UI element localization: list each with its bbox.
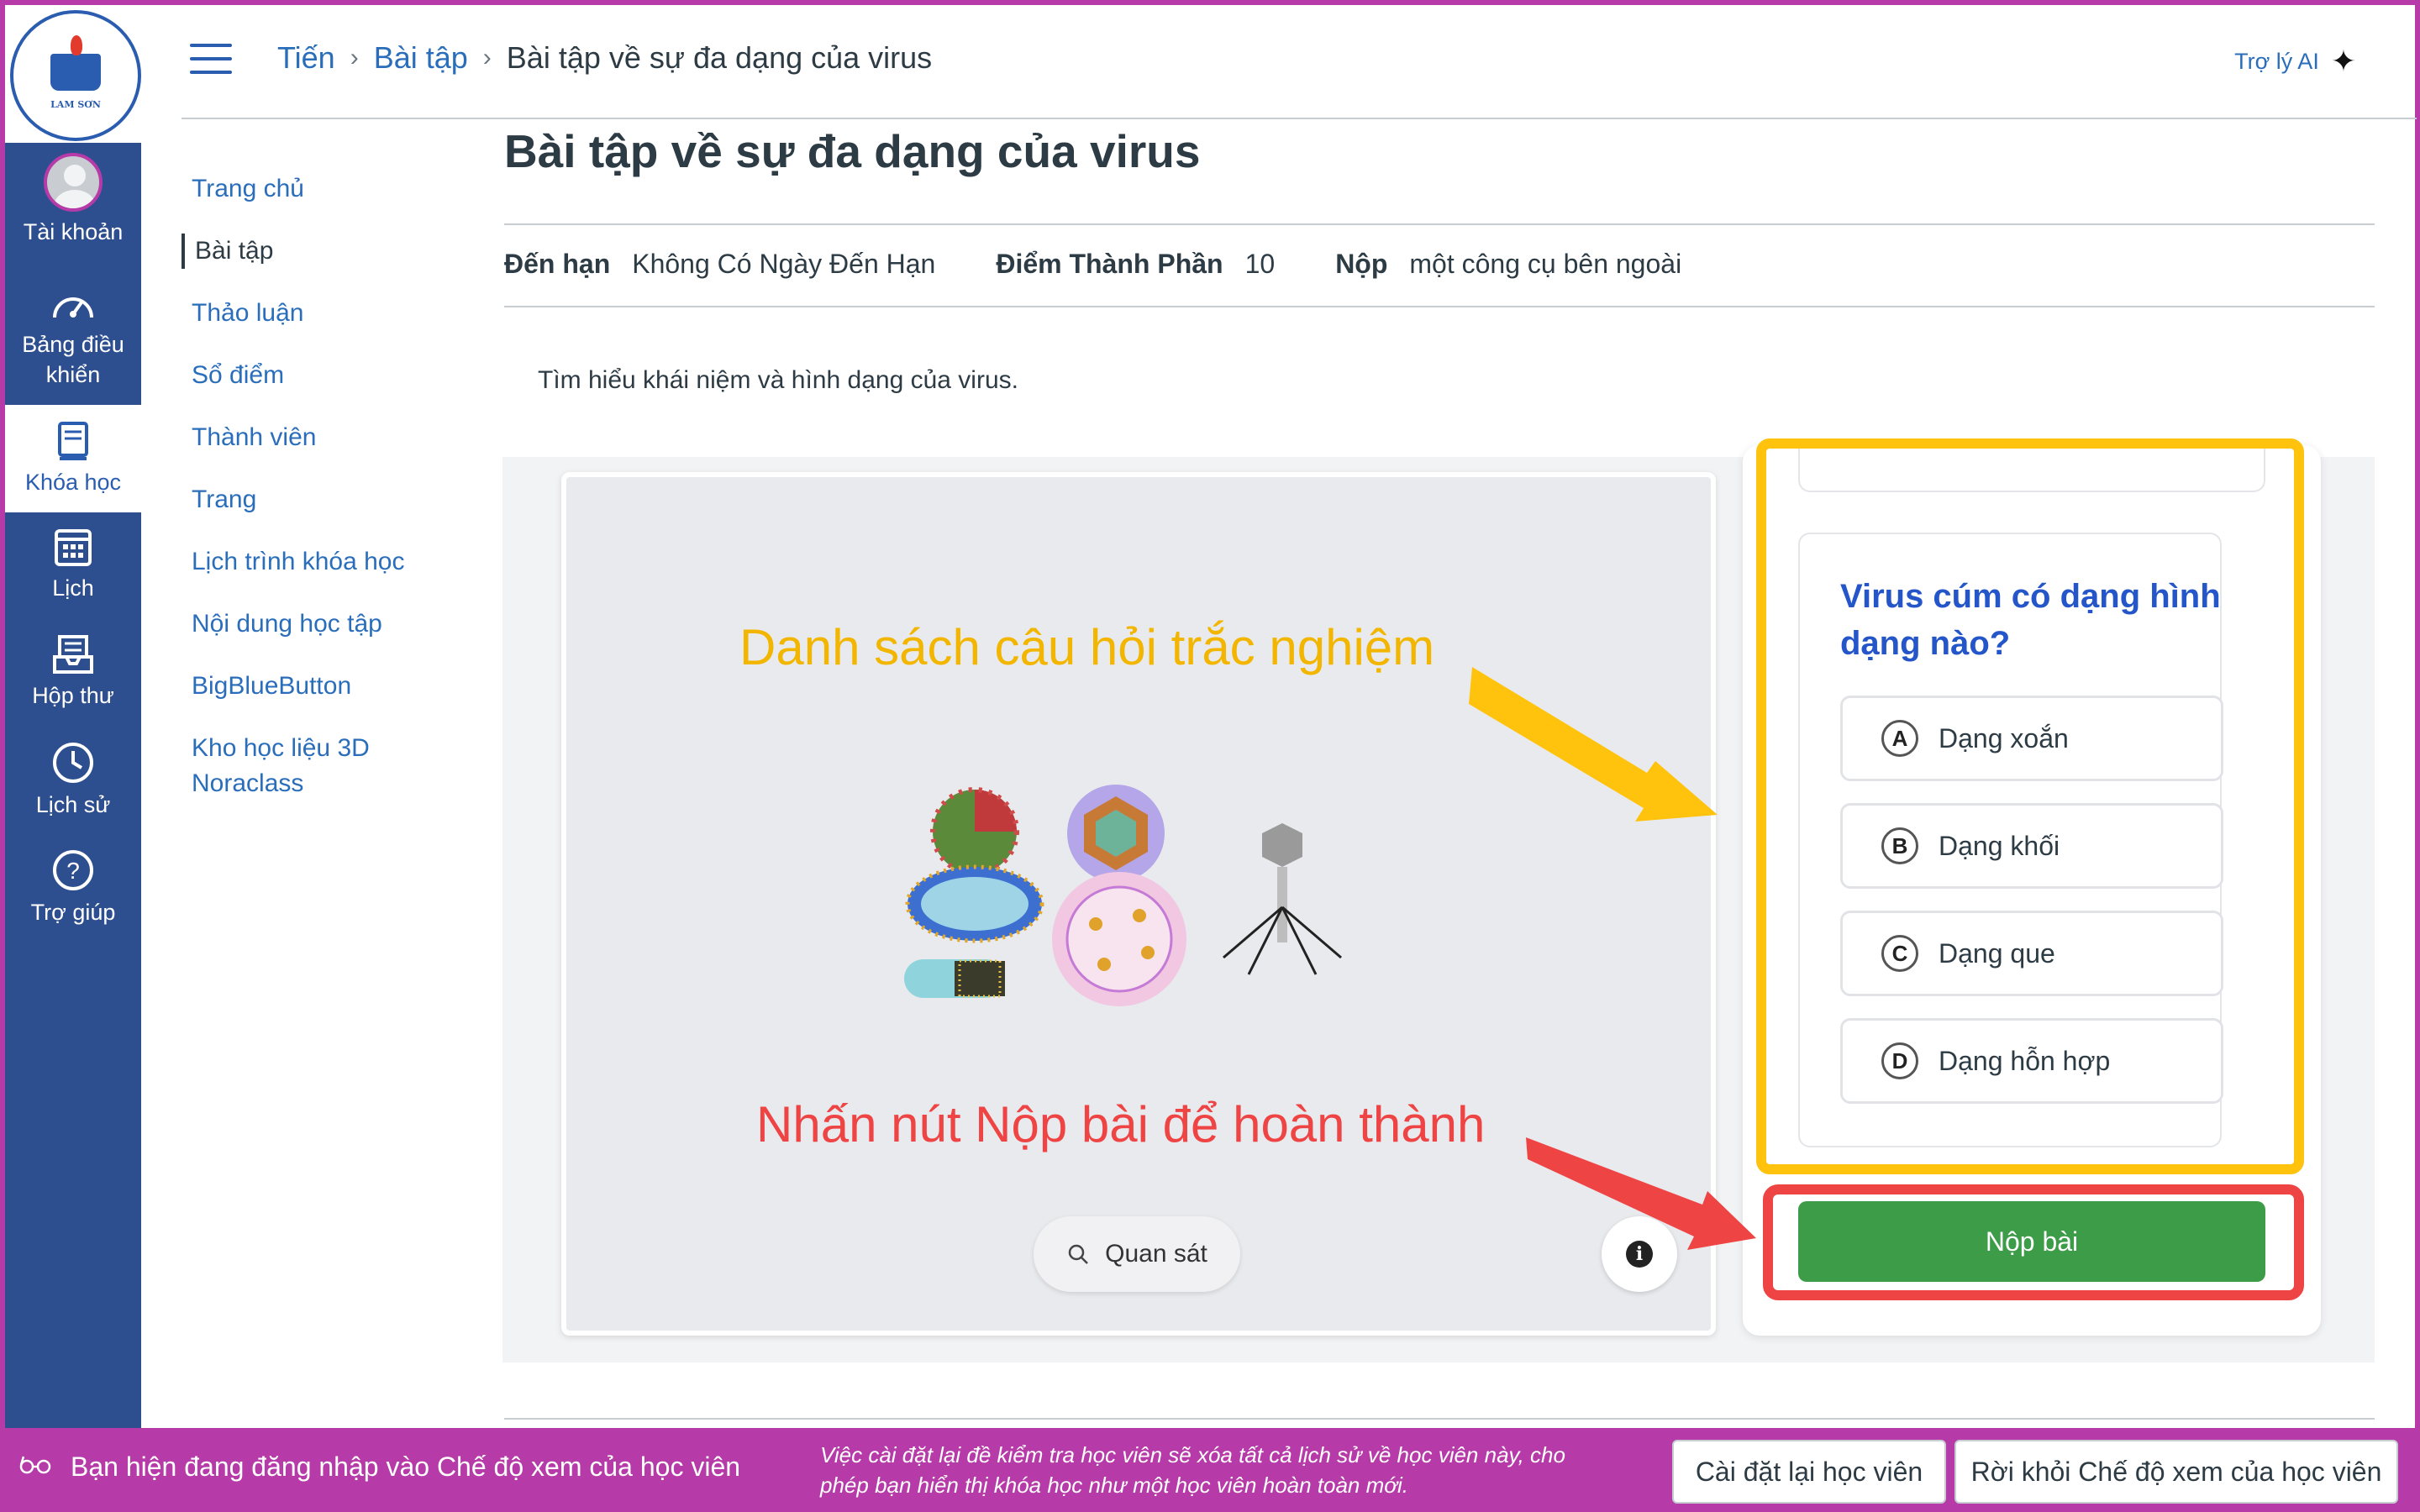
course-nav-people[interactable]: Thành viên	[182, 420, 459, 455]
logo-book-icon	[50, 34, 101, 91]
due-label: Đến hạn	[504, 249, 611, 279]
course-nav-grades[interactable]: Sổ điểm	[182, 358, 459, 393]
nav-help[interactable]: ? Trợ giúp	[5, 848, 141, 927]
course-nav-syllabus[interactable]: Lịch trình khóa học	[182, 544, 459, 580]
assignment-description: Tìm hiểu khái niệm và hình dạng của viru…	[538, 366, 1018, 394]
course-nav-3d-library[interactable]: Kho học liệu 3D Noraclass	[182, 731, 434, 801]
chevron-right-icon: ›	[350, 44, 359, 71]
leave-student-view-button[interactable]: Rời khỏi Chế độ xem của học viên	[1954, 1440, 2398, 1504]
ai-assistant-label: Trợ lý AI	[2234, 48, 2319, 74]
avatar-icon	[44, 153, 103, 212]
bacteriophage-model	[1223, 823, 1342, 975]
points-value: 10	[1244, 249, 1276, 279]
dashboard-icon	[53, 297, 93, 318]
breadcrumb: Tiến › Bài tập › Bài tập về sự đa dạng c…	[277, 40, 932, 76]
course-nav-assignments[interactable]: Bài tập	[182, 234, 459, 269]
course-nav-bigbluebutton[interactable]: BigBlueButton	[182, 669, 459, 704]
nav-calendar[interactable]: Lịch	[5, 526, 141, 603]
coronavirus-model	[930, 787, 1019, 876]
search-icon	[1068, 1244, 1089, 1264]
reset-note: Việc cài đặt lại đề kiểm tra học viên sẽ…	[820, 1442, 1565, 1498]
glasses-icon	[18, 1453, 52, 1482]
rod-virus-model	[904, 959, 1005, 998]
nav-calendar-label: Lịch	[52, 575, 94, 601]
virus-models-image[interactable]	[887, 781, 1358, 1008]
course-nav-discussions[interactable]: Thảo luận	[182, 296, 459, 331]
reset-student-button[interactable]: Cài đặt lại học viên	[1672, 1440, 1946, 1504]
observe-button[interactable]: Quan sát	[1034, 1216, 1240, 1292]
logo-text: LAM SƠN	[50, 98, 101, 110]
course-nav-home[interactable]: Trang chủ	[182, 171, 459, 207]
info-button[interactable]: i	[1602, 1216, 1677, 1292]
annotation-submit: Nhấn nút Nộp bài để hoàn thành	[756, 1096, 1486, 1152]
svg-text:?: ?	[66, 858, 80, 884]
student-view-message: Bạn hiện đang đăng nhập vào Chế độ xem c…	[71, 1452, 741, 1482]
course-nav-pages[interactable]: Trang	[182, 482, 459, 517]
chevron-right-icon: ›	[482, 44, 492, 71]
footer-divider	[504, 1418, 2375, 1420]
breadcrumb-course[interactable]: Tiến	[277, 40, 335, 76]
title-divider	[504, 223, 2375, 225]
nav-account[interactable]: Tài khoản	[5, 153, 141, 247]
enveloped-virus-model	[1052, 872, 1186, 1006]
nav-courses-label: Khóa học	[24, 470, 122, 495]
points-label: Điểm Thành Phần	[996, 249, 1223, 279]
details-divider	[504, 306, 2375, 307]
nav-dashboard[interactable]: Bảng điều khiển	[5, 279, 141, 405]
page-title: Bài tập về sự đa dạng của virus	[504, 125, 1201, 177]
annotation-questions: Danh sách câu hỏi trắc nghiệm	[739, 619, 1435, 675]
book-icon	[58, 422, 88, 460]
ai-assistant-button[interactable]: Trợ lý AI ✦	[2234, 44, 2356, 79]
global-nav: LAM SƠN Tài khoản Bảng điều khiển Khóa h…	[5, 5, 141, 1428]
highlight-box-submit	[1763, 1184, 2304, 1300]
sparkle-icon: ✦	[2330, 44, 2356, 78]
logo-area[interactable]: LAM SƠN	[5, 5, 141, 143]
nav-help-label: Trợ giúp	[30, 900, 116, 925]
nav-inbox-label: Hộp thư	[32, 683, 114, 708]
breadcrumb-assignments[interactable]: Bài tập	[374, 40, 468, 76]
bacillus-model	[905, 864, 1044, 943]
nav-account-label: Tài khoản	[23, 219, 124, 244]
course-nav: Trang chủ Bài tập Thảo luận Sổ điểm Thàn…	[182, 171, 459, 828]
nav-history[interactable]: Lịch sử	[5, 741, 141, 820]
course-nav-modules[interactable]: Nội dung học tập	[182, 606, 459, 642]
submission-label: Nộp	[1335, 249, 1388, 279]
menu-toggle-icon[interactable]	[190, 44, 232, 74]
info-icon: i	[1626, 1241, 1653, 1268]
clock-icon	[53, 743, 93, 783]
header-divider	[182, 118, 2417, 119]
polyhedral-virus-model	[1067, 785, 1165, 882]
logo-flame-icon	[71, 34, 82, 55]
help-icon: ?	[53, 850, 93, 890]
inbox-icon	[53, 635, 93, 674]
assignment-details: Đến hạn Không Có Ngày Đến Hạn Điểm Thành…	[504, 249, 1742, 280]
student-view-banner: Bạn hiện đang đăng nhập vào Chế độ xem c…	[0, 1428, 2420, 1512]
due-value: Không Có Ngày Đến Hạn	[632, 249, 936, 279]
nav-inbox[interactable]: Hộp thư	[5, 633, 141, 711]
nav-courses[interactable]: Khóa học	[5, 405, 141, 512]
nav-history-label: Lịch sử	[35, 792, 111, 817]
calendar-icon	[55, 529, 92, 566]
highlight-box-questions	[1756, 438, 2304, 1174]
school-logo[interactable]: LAM SƠN	[10, 10, 141, 141]
nav-dashboard-label: Bảng điều khiển	[22, 332, 124, 387]
observe-label: Quan sát	[1105, 1240, 1207, 1268]
breadcrumb-current: Bài tập về sự đa dạng của virus	[506, 40, 933, 75]
submission-value: một công cụ bên ngoài	[1409, 249, 1682, 279]
